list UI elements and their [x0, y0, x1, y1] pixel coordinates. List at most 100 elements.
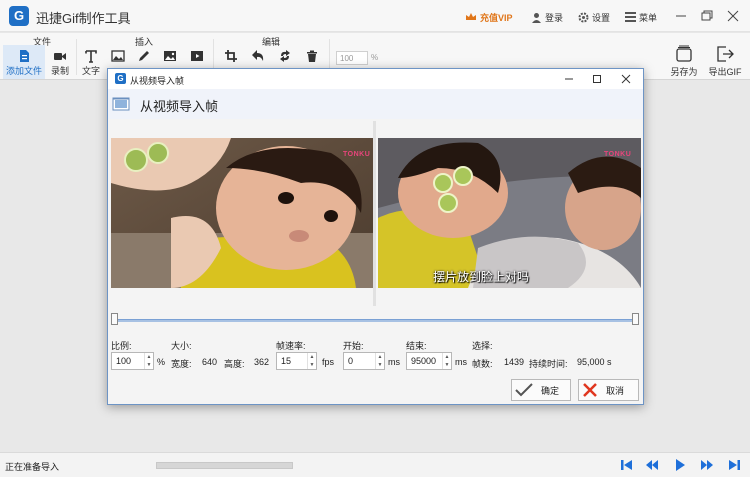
duration-label: 持续时间: — [529, 359, 568, 369]
save-as-icon — [676, 45, 692, 62]
dialog-titlebar: G 从视频导入帧 — [108, 69, 643, 89]
crop-icon — [225, 50, 237, 62]
app-title: 迅捷Gif制作工具 — [36, 11, 131, 26]
undo-arrow-icon — [252, 50, 264, 61]
status-text: 正在准备导入 — [5, 462, 60, 472]
app-titlebar: G 迅捷Gif制作工具 充值VIP 登录 设置 菜单 — [0, 0, 750, 32]
save-as-button[interactable]: 另存为 — [664, 43, 704, 77]
scale-value: 100 — [116, 356, 132, 366]
dialog-heading: 从视频导入帧 — [140, 99, 219, 114]
ok-button[interactable]: 确定 — [511, 379, 571, 401]
menu-button[interactable]: 菜单 — [625, 9, 657, 25]
scale-stepper[interactable]: 100 ▲ ▼ — [111, 352, 154, 370]
children-photo-image — [378, 138, 641, 288]
import-video-dialog: G 从视频导入帧 从视频导入帧 TONKU TONKU 摆片放到脸上对吗 比例:… — [107, 68, 644, 405]
minimize-icon[interactable] — [672, 7, 690, 25]
close-icon[interactable] — [724, 7, 742, 25]
stepper-arrows-icon[interactable]: ▲ ▼ — [375, 353, 384, 369]
record-label: 录制 — [50, 66, 69, 76]
image-icon — [164, 51, 176, 61]
frames-value: 1439 — [504, 357, 525, 367]
vip-label: 充值VIP — [480, 12, 513, 23]
width-label: 宽度: — [171, 359, 192, 369]
film-icon — [191, 51, 203, 61]
duration-value: 95,000 s — [577, 357, 612, 367]
fps-label: 帧速率: — [276, 341, 306, 351]
checkmark-icon — [515, 383, 533, 397]
start-unit: ms — [388, 357, 400, 367]
maximize-icon[interactable] — [697, 7, 715, 25]
stepper-arrows-icon[interactable]: ▲ ▼ — [442, 353, 451, 369]
range-start-handle[interactable] — [111, 313, 118, 325]
export-icon — [717, 46, 734, 62]
trash-icon — [307, 50, 317, 62]
watermark-label: TONKU — [604, 151, 632, 158]
cancel-label: 取消 — [606, 385, 625, 396]
insert-text-button[interactable]: 文字 — [78, 45, 104, 79]
status-progress-bar — [156, 462, 293, 469]
login-button[interactable]: 登录 — [531, 9, 563, 25]
end-stepper[interactable]: 95000 ▲ ▼ — [406, 352, 452, 370]
dialog-minimize-icon[interactable] — [562, 72, 576, 86]
dialog-header: 从视频导入帧 — [108, 89, 643, 119]
menu-label: 菜单 — [639, 12, 658, 23]
width-value: 640 — [202, 357, 218, 367]
start-stepper[interactable]: 0 ▲ ▼ — [343, 352, 385, 370]
save-as-label: 另存为 — [670, 67, 698, 77]
rotate-icon — [280, 50, 290, 62]
crown-icon — [466, 13, 476, 20]
start-frame-preview: TONKU — [111, 138, 373, 288]
dialog-app-icon: G — [115, 73, 126, 84]
user-icon — [532, 12, 541, 23]
zoom-unit: % — [371, 53, 379, 62]
last-frame-icon[interactable] — [727, 458, 741, 472]
height-value: 362 — [254, 357, 270, 367]
size-label: 大小: — [171, 341, 192, 351]
dialog-maximize-icon[interactable] — [590, 72, 604, 86]
video-subtitle: 摆片放到脸上对吗 — [433, 270, 530, 284]
picture-icon — [111, 50, 125, 62]
login-label: 登录 — [545, 12, 564, 23]
hamburger-icon — [625, 12, 636, 22]
fps-value: 15 — [281, 356, 292, 366]
app-logo: G — [9, 6, 29, 26]
fps-unit: fps — [322, 357, 335, 367]
zoom-value: 100 — [340, 54, 354, 63]
range-end-handle[interactable] — [632, 313, 639, 325]
scale-label: 比例: — [111, 341, 132, 351]
stepper-arrows-icon[interactable]: ▲ ▼ — [307, 353, 316, 369]
dialog-title: 从视频导入帧 — [130, 76, 185, 86]
text-label: 文字 — [81, 66, 100, 76]
add-file-button[interactable]: 添加文件 — [3, 45, 45, 79]
play-icon[interactable] — [673, 458, 687, 472]
end-label: 结束: — [406, 341, 427, 351]
gear-icon — [578, 12, 589, 22]
frame-range-track[interactable] — [114, 319, 637, 322]
next-frame-icon[interactable] — [700, 458, 714, 472]
status-bar: 正在准备导入 — [0, 452, 750, 477]
record-button[interactable]: 录制 — [47, 45, 73, 79]
scale-unit: % — [157, 357, 166, 367]
zoom-input[interactable]: 100 — [336, 51, 368, 65]
end-value: 95000 — [411, 356, 437, 366]
dialog-close-icon[interactable] — [619, 72, 633, 86]
ok-label: 确定 — [541, 385, 560, 396]
start-label: 开始: — [343, 341, 364, 351]
settings-button[interactable]: 设置 — [578, 9, 610, 25]
add-file-label: 添加文件 — [5, 66, 42, 76]
settings-label: 设置 — [592, 12, 611, 23]
text-icon — [85, 50, 97, 63]
first-frame-icon[interactable] — [620, 458, 634, 472]
video-camera-icon — [54, 53, 66, 60]
fps-stepper[interactable]: 15 ▲ ▼ — [276, 352, 317, 370]
vip-button[interactable]: 充值VIP — [465, 9, 513, 25]
previous-frame-icon[interactable] — [645, 458, 659, 472]
export-gif-button[interactable]: 导出GIF — [705, 43, 745, 77]
select-label: 选择: — [472, 341, 493, 351]
stepper-arrows-icon[interactable]: ▲ ▼ — [144, 353, 153, 369]
end-unit: ms — [455, 357, 467, 367]
export-gif-label: 导出GIF — [708, 67, 742, 77]
cancel-button[interactable]: 取消 — [578, 379, 639, 401]
film-strip-icon — [112, 97, 130, 111]
baby-photo-image — [111, 138, 373, 288]
